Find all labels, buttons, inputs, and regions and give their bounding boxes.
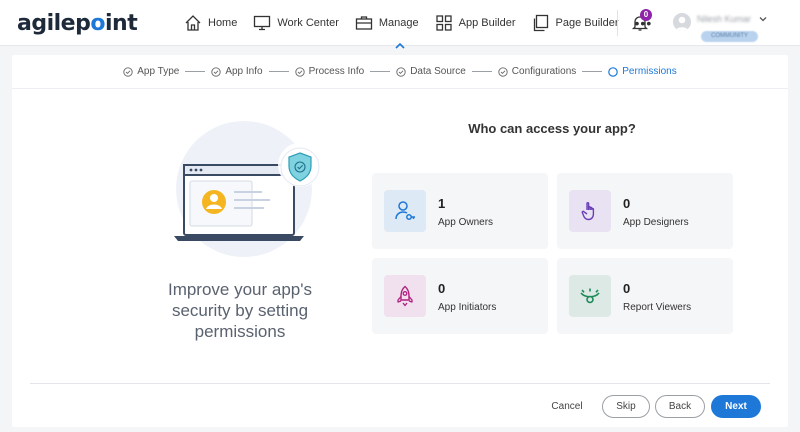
step-configurations[interactable]: Configurations <box>498 66 576 77</box>
circle-icon <box>608 66 619 77</box>
user-key-icon <box>395 201 415 220</box>
step-connector <box>582 71 603 72</box>
report-viewers-label: Report Viewers <box>623 302 692 313</box>
step-label: Process Info <box>308 66 365 77</box>
check-circle-icon <box>294 66 305 77</box>
step-connector <box>370 71 391 72</box>
tile-icon-bg <box>384 190 426 232</box>
back-button[interactable]: Back <box>655 395 705 418</box>
step-label: Data Source <box>410 66 466 77</box>
tile-app-designers[interactable]: 0 App Designers <box>557 173 733 249</box>
step-permissions[interactable]: Permissions <box>608 66 677 77</box>
hand-pointer-icon <box>581 201 595 221</box>
step-label: Permissions <box>622 66 677 77</box>
improve-security-text: Improve your app's security by setting p… <box>167 280 313 341</box>
nav-manage[interactable]: Manage <box>355 0 419 46</box>
next-button[interactable]: Next <box>711 395 761 418</box>
user-name[interactable]: Nilesh Kumar <box>697 14 751 24</box>
monitor-icon <box>254 15 271 31</box>
main-nav: Home Work Center Manage App Builder Page… <box>184 0 652 46</box>
footer-divider <box>30 383 770 384</box>
skip-button[interactable]: Skip <box>602 395 650 418</box>
step-connector <box>268 71 289 72</box>
nav-app-builder[interactable]: App Builder <box>435 0 516 46</box>
avatar[interactable] <box>673 13 691 31</box>
step-label: Configurations <box>511 66 577 77</box>
cancel-button[interactable]: Cancel <box>542 395 592 418</box>
access-title: Who can access your app? <box>468 121 636 136</box>
user-silhouette-icon <box>675 16 689 31</box>
step-app-info[interactable]: App Info <box>211 66 263 77</box>
step-label: App Info <box>225 66 263 77</box>
tile-icon-bg <box>569 190 611 232</box>
nav-work-center[interactable]: Work Center <box>253 0 339 46</box>
step-data-source[interactable]: Data Source <box>396 66 466 77</box>
app-wizard-card: App Type App Info Process Info Data Sour… <box>12 55 788 427</box>
grid-icon <box>436 15 452 31</box>
check-circle-icon <box>498 66 508 77</box>
nav-app-builder-label: App Builder <box>458 17 516 29</box>
check-circle-icon <box>396 66 406 77</box>
tile-icon-bg <box>384 275 426 317</box>
nav-page-builder-label: Page Builder <box>555 17 619 29</box>
app-designers-count: 0 <box>623 196 631 211</box>
step-app-type[interactable]: App Type <box>123 66 179 77</box>
app-initiators-count: 0 <box>438 281 446 296</box>
tile-report-viewers[interactable]: 0 Report Viewers <box>557 258 733 334</box>
home-icon <box>185 15 201 31</box>
check-circle-icon <box>123 66 133 77</box>
pages-icon <box>533 14 548 32</box>
nav-page-builder[interactable]: Page Builder <box>532 0 619 46</box>
chevron-down-icon[interactable] <box>758 14 768 24</box>
app-owners-count: 1 <box>438 196 446 211</box>
eye-icon <box>580 288 600 304</box>
tile-app-owners[interactable]: 1 App Owners <box>372 173 548 249</box>
report-viewers-count: 0 <box>623 281 631 296</box>
check-circle-icon <box>211 66 221 77</box>
app-initiators-label: App Initiators <box>438 302 497 313</box>
app-designers-label: App Designers <box>623 217 689 228</box>
notification-badge: 0 <box>640 9 652 21</box>
nav-home-label: Home <box>208 17 238 29</box>
step-process-info[interactable]: Process Info <box>294 66 365 77</box>
tile-app-initiators[interactable]: 0 App Initiators <box>372 258 548 334</box>
user-role-badge: COMMUNITY <box>701 31 758 42</box>
rocket-icon <box>397 285 413 307</box>
nav-home[interactable]: Home <box>184 0 237 46</box>
wizard-stepper: App Type App Info Process Info Data Sour… <box>12 55 788 89</box>
agilepoint-logo[interactable]: agilepoint <box>17 11 138 36</box>
step-connector <box>471 71 492 72</box>
step-label: App Type <box>137 66 180 77</box>
chevron-up-icon[interactable] <box>392 39 408 53</box>
nav-work-center-label: Work Center <box>277 17 339 29</box>
tile-icon-bg <box>569 275 611 317</box>
security-laptop-illustration <box>174 121 322 257</box>
nav-manage-label: Manage <box>378 17 419 29</box>
briefcase-icon <box>355 16 373 30</box>
nav-divider <box>617 10 618 36</box>
app-owners-label: App Owners <box>438 217 494 228</box>
step-connector <box>185 71 206 72</box>
